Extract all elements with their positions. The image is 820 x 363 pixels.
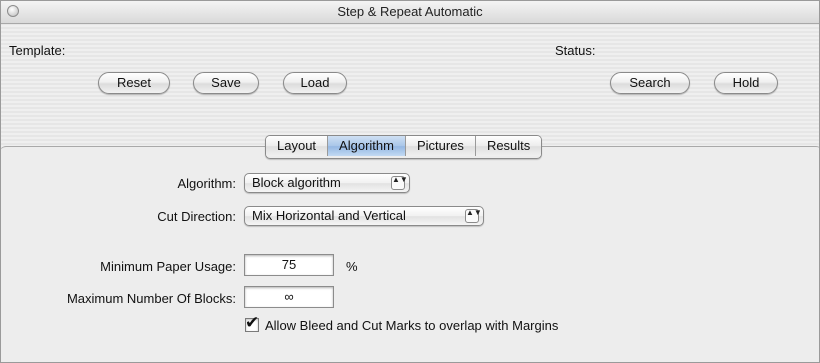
allow-bleed-label[interactable]: Allow Bleed and Cut Marks to overlap wit… xyxy=(265,318,558,333)
algorithm-value: Block algorithm xyxy=(252,175,341,190)
tab-bar: Layout Algorithm Pictures Results xyxy=(265,135,543,159)
reset-button[interactable]: Reset xyxy=(98,72,170,94)
load-button[interactable]: Load xyxy=(283,72,347,94)
tab-algorithm[interactable]: Algorithm xyxy=(328,136,406,156)
tab-layout[interactable]: Layout xyxy=(266,136,329,156)
template-label: Template: xyxy=(9,43,66,58)
window-title: Step & Repeat Automatic xyxy=(337,4,483,19)
min-paper-usage-label: Minimum Paper Usage: xyxy=(100,259,236,274)
search-button[interactable]: Search xyxy=(610,72,690,94)
cut-direction-value: Mix Horizontal and Vertical xyxy=(252,208,406,223)
allow-bleed-checkbox[interactable]: ✔ xyxy=(245,313,259,332)
cut-direction-label: Cut Direction: xyxy=(157,209,236,224)
title-bar: Step & Repeat Automatic xyxy=(1,1,819,24)
cut-direction-popup[interactable]: Mix Horizontal and Vertical ▲▼ xyxy=(244,206,484,226)
tab-pictures[interactable]: Pictures xyxy=(405,136,476,156)
checkmark-icon: ✔ xyxy=(245,313,260,332)
tab-results[interactable]: Results xyxy=(475,136,542,156)
popup-arrows-icon: ▲▼ xyxy=(465,209,482,223)
algorithm-label: Algorithm: xyxy=(177,176,236,191)
hold-button[interactable]: Hold xyxy=(714,72,778,94)
status-label: Status: xyxy=(555,43,596,58)
algorithm-popup[interactable]: Block algorithm ▲▼ xyxy=(244,173,410,193)
save-button[interactable]: Save xyxy=(193,72,259,94)
min-paper-usage-field[interactable]: 75 xyxy=(244,254,334,276)
max-blocks-label: Maximum Number Of Blocks: xyxy=(66,291,236,306)
popup-arrows-icon: ▲▼ xyxy=(391,176,408,190)
max-blocks-field[interactable]: ∞ xyxy=(244,286,334,308)
step-repeat-window: Step & Repeat Automatic Template: Status… xyxy=(0,0,820,363)
percent-unit-label: % xyxy=(346,259,358,274)
